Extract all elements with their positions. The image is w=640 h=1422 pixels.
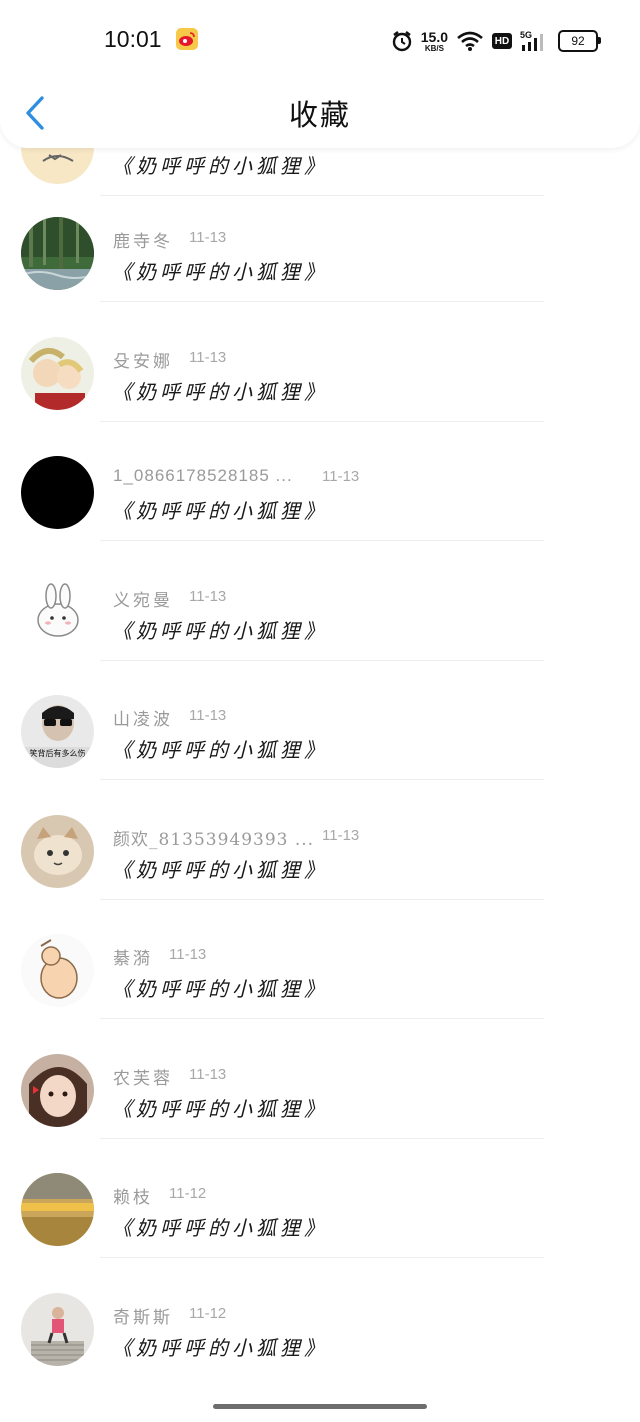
date: 11-13 xyxy=(189,1066,227,1083)
list-item[interactable]: 奇斯斯 11-12 《奶呼呼的小狐狸》 xyxy=(0,1257,640,1377)
alarm-icon xyxy=(392,31,411,52)
avatar[interactable] xyxy=(21,337,94,410)
avatar[interactable] xyxy=(21,1054,94,1127)
list-item[interactable]: 义宛曼 11-13 《奶呼呼的小狐狸》 xyxy=(0,540,640,661)
hd-icon: HD xyxy=(492,33,512,49)
work-title: 《奶呼呼的小狐狸》 xyxy=(112,977,328,1001)
list-item[interactable]: 颜欢_81353949393 ... 11-13 《奶呼呼的小狐狸》 xyxy=(0,779,640,900)
list-item[interactable]: 鹿寺冬 11-13 《奶呼呼的小狐狸》 xyxy=(0,181,640,302)
date: 11-13 xyxy=(189,349,227,366)
user-name[interactable]: 颜欢_81353949393 ... xyxy=(113,825,314,850)
user-name[interactable]: 义宛曼 xyxy=(113,586,173,611)
list-item[interactable]: 綦漪 11-13 《奶呼呼的小狐狸》 xyxy=(0,898,640,1019)
user-name[interactable]: 殳安娜 xyxy=(113,347,173,372)
avatar[interactable] xyxy=(21,456,94,529)
page-title: 收藏 xyxy=(288,98,351,132)
work-title: 《奶呼呼的小狐狸》 xyxy=(112,499,328,523)
work-title: 《奶呼呼的小狐狸》 xyxy=(112,619,328,643)
user-name[interactable]: 农芙蓉 xyxy=(113,1064,173,1089)
net-speed-unit: KB/S xyxy=(424,43,444,53)
status-icons: 15.0 KB/S HD 5G 92 xyxy=(391,28,601,54)
wifi-icon xyxy=(457,31,483,51)
signal-icon: 5G xyxy=(520,30,543,51)
list-item[interactable]: 殳安娜 11-13 《奶呼呼的小狐狸》 xyxy=(0,301,640,422)
work-title: 《奶呼呼的小狐狸》 xyxy=(112,260,328,284)
avatar[interactable] xyxy=(21,1293,94,1366)
status-bar: 10:01 15.0 KB/S HD 5G 92 xyxy=(0,22,640,62)
work-title: 《奶呼呼的小狐狸》 xyxy=(112,738,328,762)
date: 11-13 xyxy=(189,229,227,246)
avatar[interactable] xyxy=(21,1173,94,1246)
date: 11-12 xyxy=(189,1305,227,1322)
home-indicator[interactable] xyxy=(213,1404,427,1409)
work-title: 《奶呼呼的小狐狸》 xyxy=(112,380,328,404)
list-item[interactable]: 1_0866178528185 ... 11-13 《奶呼呼的小狐狸》 xyxy=(0,420,640,541)
net-speed-value: 15.0 xyxy=(420,28,448,45)
user-name[interactable]: 1_0866178528185 ... xyxy=(113,466,293,486)
user-name[interactable]: 鹿寺冬 xyxy=(113,227,173,252)
user-name[interactable]: 奇斯斯 xyxy=(113,1303,173,1328)
date: 11-13 xyxy=(322,468,360,485)
user-name[interactable]: 綦漪 xyxy=(113,944,153,969)
top-bar: 10:01 15.0 KB/S HD 5G 92 收藏 xyxy=(0,0,640,148)
weibo-icon xyxy=(176,28,198,50)
work-title: 《奶呼呼的小狐狸》 xyxy=(112,858,328,882)
list-item[interactable]: 赖枝 11-12 《奶呼呼的小狐狸》 xyxy=(0,1137,640,1258)
date: 11-13 xyxy=(322,827,360,844)
net-speed: 15.0 KB/S xyxy=(421,30,448,53)
user-name[interactable]: 赖枝 xyxy=(113,1183,153,1208)
network-label: 5G xyxy=(520,30,532,40)
avatar[interactable] xyxy=(21,815,94,888)
status-time: 10:01 xyxy=(104,26,162,52)
date: 11-13 xyxy=(189,588,227,605)
date: 11-13 xyxy=(189,707,227,724)
work-title: 《奶呼呼的小狐狸》 xyxy=(112,1336,328,1360)
list-item[interactable]: 农芙蓉 11-13 《奶呼呼的小狐狸》 xyxy=(0,1018,640,1139)
date: 11-13 xyxy=(169,946,207,963)
avatar[interactable] xyxy=(21,576,94,649)
date: 11-12 xyxy=(169,1185,207,1202)
work-title: 《奶呼呼的小狐狸》 xyxy=(112,1216,328,1240)
avatar-overlay-text: 笑背后有多么伤 xyxy=(30,748,86,758)
work-title: 《奶呼呼的小狐狸》 xyxy=(112,1097,328,1121)
user-name[interactable]: 山凌波 xyxy=(113,705,173,730)
list-item[interactable]: 笑背后有多么伤 山凌波 11-13 《奶呼呼的小狐狸》 xyxy=(0,659,640,780)
battery-indicator: 92 xyxy=(558,30,601,52)
avatar[interactable] xyxy=(21,217,94,290)
avatar[interactable] xyxy=(21,934,94,1007)
work-title: 《奶呼呼的小狐狸》 xyxy=(112,154,328,178)
avatar[interactable]: 笑背后有多么伤 xyxy=(21,695,94,768)
